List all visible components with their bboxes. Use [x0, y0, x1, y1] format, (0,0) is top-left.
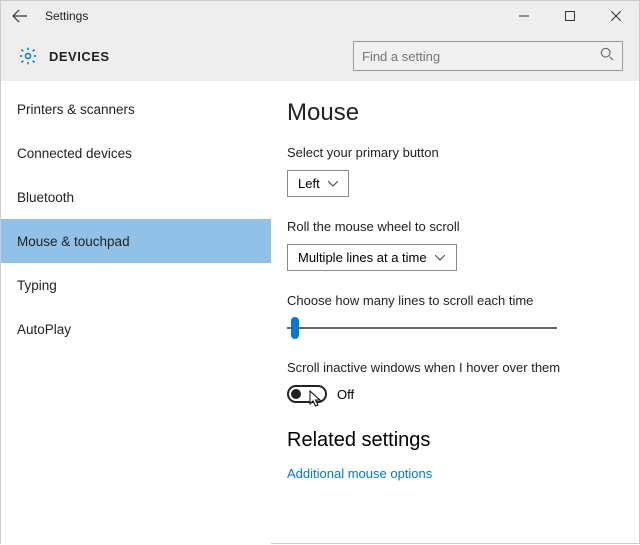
- close-button[interactable]: [593, 1, 639, 31]
- wheel-scroll-dropdown[interactable]: Multiple lines at a time: [287, 244, 457, 271]
- lines-slider-label: Choose how many lines to scroll each tim…: [287, 293, 619, 308]
- lines-slider[interactable]: [287, 318, 557, 338]
- sidebar-item-typing[interactable]: Typing: [1, 263, 271, 307]
- wheel-scroll-label: Roll the mouse wheel to scroll: [287, 219, 619, 234]
- sidebar-item-label: AutoPlay: [17, 322, 71, 337]
- toggle-knob: [291, 389, 301, 399]
- minimize-button[interactable]: [501, 1, 547, 31]
- window-title: Settings: [45, 9, 88, 23]
- sidebar-item-label: Printers & scanners: [17, 102, 135, 117]
- sidebar-item-autoplay[interactable]: AutoPlay: [1, 307, 271, 351]
- gear-icon: [17, 45, 39, 67]
- sidebar-item-label: Mouse & touchpad: [17, 234, 130, 249]
- chevron-down-icon: [328, 181, 338, 187]
- inactive-scroll-label: Scroll inactive windows when I hover ove…: [287, 360, 619, 375]
- primary-button-dropdown[interactable]: Left: [287, 170, 349, 197]
- titlebar: Settings: [1, 1, 639, 31]
- search-icon: [600, 47, 614, 66]
- chevron-down-icon: [435, 255, 445, 261]
- slider-thumb[interactable]: [291, 317, 299, 339]
- search-box[interactable]: [353, 41, 623, 71]
- search-input[interactable]: [362, 49, 600, 64]
- sidebar-item-connected-devices[interactable]: Connected devices: [1, 131, 271, 175]
- primary-button-label: Select your primary button: [287, 145, 619, 160]
- section-title: DEVICES: [49, 49, 110, 64]
- back-button[interactable]: [9, 5, 31, 27]
- cursor-pointer-icon: [309, 390, 323, 413]
- toggle-state-label: Off: [337, 387, 354, 402]
- dropdown-value: Left: [298, 176, 320, 191]
- sidebar-item-label: Typing: [17, 278, 57, 293]
- related-heading: Related settings: [287, 429, 619, 452]
- sidebar-item-printers[interactable]: Printers & scanners: [1, 87, 271, 131]
- sidebar-item-label: Bluetooth: [17, 190, 74, 205]
- content: Mouse Select your primary button Left Ro…: [271, 81, 639, 545]
- maximize-button[interactable]: [547, 1, 593, 31]
- sidebar-item-mouse-touchpad[interactable]: Mouse & touchpad: [1, 219, 271, 263]
- header: DEVICES: [1, 31, 639, 81]
- slider-track: [287, 327, 557, 329]
- sidebar-item-bluetooth[interactable]: Bluetooth: [1, 175, 271, 219]
- sidebar-item-label: Connected devices: [17, 146, 132, 161]
- sidebar: Printers & scanners Connected devices Bl…: [1, 81, 271, 545]
- additional-mouse-options-link[interactable]: Additional mouse options: [287, 466, 619, 481]
- dropdown-value: Multiple lines at a time: [298, 250, 427, 265]
- page-title: Mouse: [287, 99, 619, 127]
